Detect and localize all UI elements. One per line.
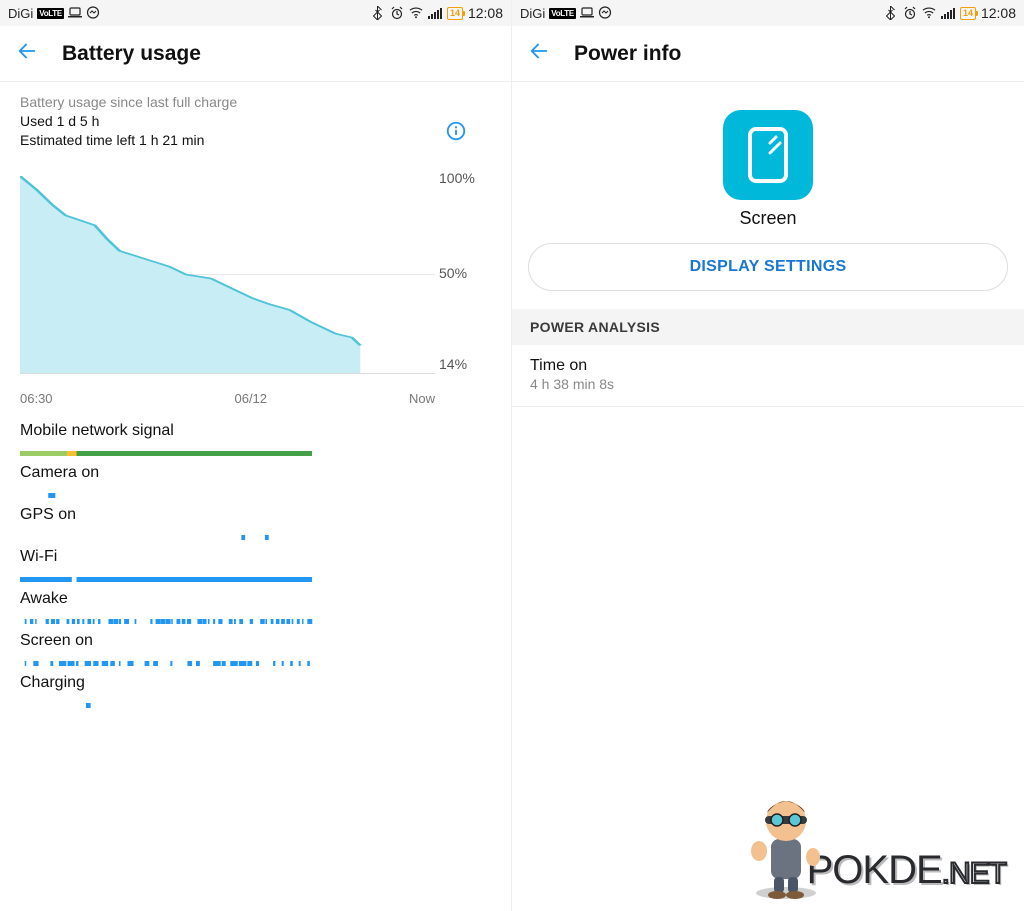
alarm-icon bbox=[390, 6, 404, 20]
back-icon[interactable] bbox=[528, 40, 550, 67]
row-awake: Awake bbox=[20, 590, 491, 616]
messenger-icon bbox=[86, 6, 100, 20]
chart-y-50: 50% bbox=[439, 265, 467, 281]
laptop-icon bbox=[580, 6, 594, 20]
laptop-icon bbox=[68, 6, 82, 20]
battery-indicator: 14 bbox=[447, 7, 463, 20]
row-mobile-signal: Mobile network signal bbox=[20, 422, 491, 448]
chart-x-start: 06:30 bbox=[20, 391, 53, 406]
battery-usage-screen: DiGi VoLTE 14 12:08 Battery usage Batter… bbox=[0, 0, 512, 911]
row-wifi: Wi-Fi bbox=[20, 548, 491, 574]
clock: 12:08 bbox=[981, 5, 1016, 21]
chart-y-100: 100% bbox=[439, 170, 475, 186]
usage-hint: Battery usage since last full charge bbox=[20, 94, 491, 110]
volte-badge: VoLTE bbox=[37, 8, 64, 19]
bluetooth-icon bbox=[884, 6, 898, 20]
alarm-icon bbox=[903, 6, 917, 20]
screen-app-icon bbox=[723, 110, 813, 200]
row-screen-on: Screen on bbox=[20, 632, 491, 658]
estimated-remaining: Estimated time left 1 h 21 min bbox=[20, 132, 491, 148]
row-time-on-title: Time on bbox=[530, 357, 1006, 375]
carrier-label: DiGi bbox=[8, 6, 33, 21]
info-icon[interactable] bbox=[445, 120, 467, 147]
power-info-screen: DiGi VoLTE 14 12:08 Power info Screen bbox=[512, 0, 1024, 911]
back-icon[interactable] bbox=[16, 40, 38, 67]
app-header: Power info bbox=[512, 26, 1024, 82]
signal-icon bbox=[428, 6, 442, 20]
app-name-label: Screen bbox=[512, 208, 1024, 229]
row-camera-on: Camera on bbox=[20, 464, 491, 490]
bluetooth-icon bbox=[371, 6, 385, 20]
wifi-icon bbox=[409, 6, 423, 20]
app-header: Battery usage bbox=[0, 26, 511, 82]
page-title: Power info bbox=[574, 42, 681, 66]
messenger-icon bbox=[598, 6, 612, 20]
row-gps-on: GPS on bbox=[20, 506, 491, 532]
chart-x-now: Now bbox=[409, 391, 435, 406]
battery-chart[interactable]: 100% 50% 14% 06:30 06/12 Now bbox=[20, 176, 491, 406]
display-settings-button[interactable]: DISPLAY SETTINGS bbox=[528, 243, 1008, 291]
carrier-label: DiGi bbox=[520, 6, 545, 21]
status-bar: DiGi VoLTE 14 12:08 bbox=[0, 0, 511, 26]
section-power-analysis: POWER ANALYSIS bbox=[512, 309, 1024, 345]
wifi-icon bbox=[922, 6, 936, 20]
chart-x-mid: 06/12 bbox=[93, 391, 409, 406]
used-duration: Used 1 d 5 h bbox=[20, 113, 491, 129]
volte-badge: VoLTE bbox=[549, 8, 576, 19]
battery-indicator: 14 bbox=[960, 7, 976, 20]
row-time-on[interactable]: Time on 4 h 38 min 8s bbox=[512, 345, 1024, 407]
watermark-tld: .NET bbox=[942, 857, 1006, 890]
page-title: Battery usage bbox=[62, 42, 201, 66]
row-time-on-value: 4 h 38 min 8s bbox=[530, 376, 1006, 392]
clock: 12:08 bbox=[468, 5, 503, 21]
row-charging: Charging bbox=[20, 674, 491, 700]
watermark: POKDE.NET bbox=[807, 848, 1006, 893]
status-bar: DiGi VoLTE 14 12:08 bbox=[512, 0, 1024, 26]
signal-icon bbox=[941, 6, 955, 20]
chart-y-now: 14% bbox=[439, 356, 467, 372]
mascot-icon bbox=[741, 791, 831, 901]
